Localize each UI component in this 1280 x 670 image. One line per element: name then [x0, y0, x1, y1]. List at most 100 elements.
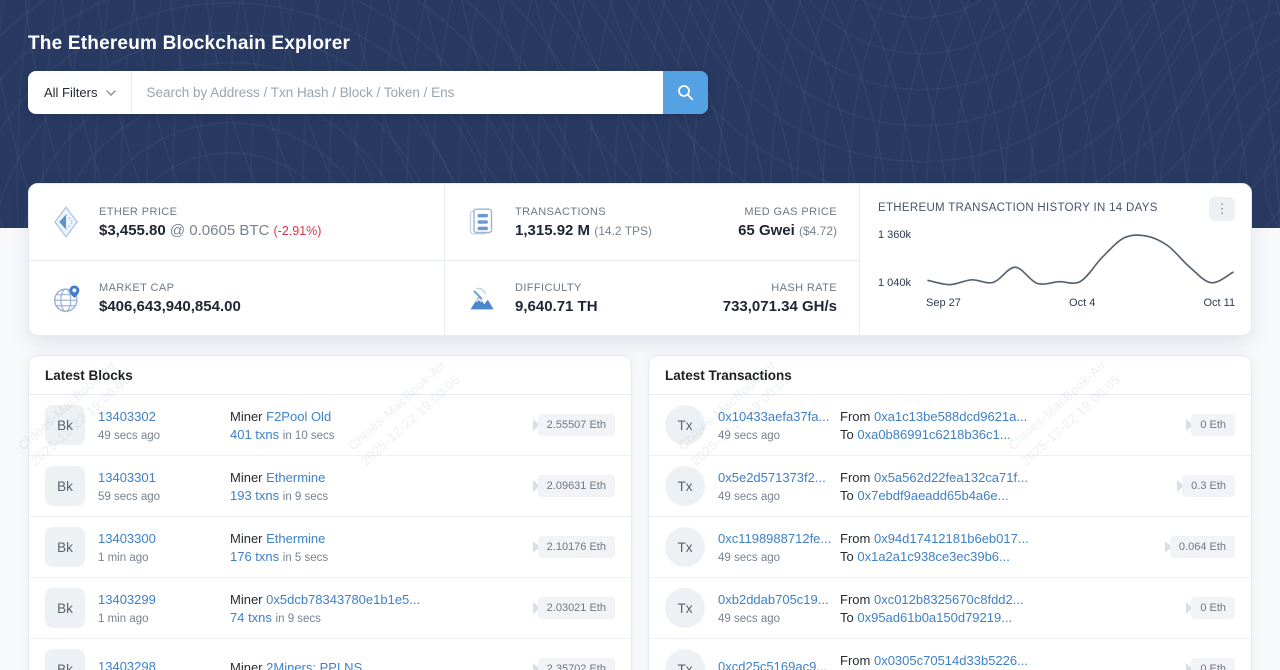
block-duration: in 9 secs	[276, 613, 321, 625]
miner-label: Miner	[230, 660, 263, 670]
ether-price-change: (-2.91%)	[274, 224, 322, 238]
block-reward-value: 2.35702 Eth	[538, 658, 615, 670]
to-address-link[interactable]: 0x7ebdf9aeadd65b4a6e...	[857, 488, 1008, 503]
transaction-badge: Tx	[665, 527, 705, 567]
miner-label: Miner	[230, 592, 263, 607]
search-filter-label: All Filters	[44, 85, 97, 100]
block-time: 59 secs ago	[98, 491, 230, 503]
block-time: 1 min ago	[98, 552, 230, 564]
to-label: To	[840, 427, 854, 442]
search-icon	[677, 84, 694, 101]
stat-ether-price: ETHER PRICE $3,455.80 @ 0.0605 BTC (-2.9…	[29, 184, 444, 260]
block-time: 49 secs ago	[98, 430, 230, 442]
latest-blocks-card: Latest Blocks Bk 13403302 49 secs ago Mi…	[28, 355, 632, 670]
miner-label: Miner	[230, 470, 263, 485]
block-reward-value: 2.09631 Eth	[538, 475, 615, 497]
transaction-time: 49 secs ago	[718, 491, 840, 503]
chart-y-axis: 1 360k 1 040k	[878, 229, 926, 297]
block-badge: Bk	[45, 588, 85, 628]
transaction-hash-link[interactable]: 0xcd25c5169ac9...	[718, 659, 827, 670]
to-label: To	[840, 610, 854, 625]
transaction-value-tag: 0 Eth	[1186, 658, 1235, 670]
transaction-value: 0 Eth	[1191, 658, 1235, 670]
globe-pin-icon	[51, 283, 87, 315]
block-number-link[interactable]: 13403299	[98, 592, 156, 607]
miner-link[interactable]: 2Miners: PPLNS	[266, 660, 362, 670]
miner-link[interactable]: Ethermine	[266, 470, 325, 485]
block-txns-link[interactable]: 401 txns	[230, 427, 279, 442]
block-txns-link[interactable]: 176 txns	[230, 549, 279, 564]
stat-difficulty: DIFFICULTY 9,640.71 TH	[467, 282, 598, 315]
stat-market-cap: MARKET CAP $406,643,940,854.00	[29, 260, 444, 336]
transaction-row: Tx 0xcd25c5169ac9... From 0x0305c70514d3…	[649, 639, 1251, 670]
miner-link[interactable]: 0x5dcb78343780e1b1e5...	[266, 592, 420, 607]
search-input[interactable]	[132, 71, 663, 114]
miner-label: Miner	[230, 531, 263, 546]
from-address-link[interactable]: 0xc012b8325670c8fdd2...	[874, 592, 1024, 607]
from-address-link[interactable]: 0x5a562d22fea132ca71f...	[874, 470, 1028, 485]
transactions-list-icon	[467, 206, 503, 238]
stat-hash-rate: HASH RATE 733,071.34 GH/s	[723, 282, 837, 315]
miner-label: Miner	[230, 409, 263, 424]
transaction-hash-link[interactable]: 0x5e2d571373f2...	[718, 470, 826, 485]
block-number-link[interactable]: 13403302	[98, 409, 156, 424]
difficulty-label: DIFFICULTY	[515, 282, 598, 294]
search-bar: All Filters	[28, 71, 708, 114]
stats-col-network: TRANSACTIONS 1,315.92 M (14.2 TPS) MED G…	[444, 184, 859, 336]
hash-rate-value: 733,071.34 GH/s	[723, 298, 837, 315]
transaction-time: 49 secs ago	[718, 430, 840, 442]
transaction-hash-link[interactable]: 0xb2ddab705c19...	[718, 592, 829, 607]
search-filter-dropdown[interactable]: All Filters	[28, 71, 132, 114]
miner-link[interactable]: Ethermine	[266, 531, 325, 546]
hash-rate-label: HASH RATE	[723, 282, 837, 294]
to-address-link[interactable]: 0xa0b86991c6218b36c1...	[857, 427, 1010, 442]
med-gas-usd: ($4.72)	[799, 224, 837, 238]
page-title: The Ethereum Blockchain Explorer	[28, 33, 350, 55]
from-address-link[interactable]: 0x94d17412181b6eb017...	[874, 531, 1029, 546]
block-number-link[interactable]: 13403298	[98, 659, 156, 670]
block-row: Bk 13403300 1 min ago Miner Ethermine 17…	[29, 517, 631, 578]
block-number-link[interactable]: 13403300	[98, 531, 156, 546]
transaction-value: 0.3 Eth	[1182, 475, 1235, 497]
y-tick-min: 1 040k	[878, 277, 922, 289]
transaction-row: Tx 0xc1198988712fe... 49 secs ago From 0…	[649, 517, 1251, 578]
block-badge: Bk	[45, 405, 85, 445]
ether-price-btc: @ 0.0605 BTC	[170, 222, 269, 239]
chart-x-axis: Sep 27 Oct 4 Oct 11	[926, 297, 1235, 309]
transaction-row: Tx 0xb2ddab705c19... 49 secs ago From 0x…	[649, 578, 1251, 639]
mining-mountain-icon	[467, 284, 503, 314]
block-reward-tag: 2.09631 Eth	[533, 475, 615, 497]
stat-med-gas-price: MED GAS PRICE 65 Gwei ($4.72)	[738, 206, 837, 239]
transaction-time: 49 secs ago	[718, 552, 840, 564]
from-address-link[interactable]: 0xa1c13be588dcd9621a...	[874, 409, 1027, 424]
block-row: Bk 13403302 49 secs ago Miner F2Pool Old…	[29, 395, 631, 456]
chevron-down-icon	[106, 90, 116, 96]
transaction-hash-link[interactable]: 0x10433aefa37fa...	[718, 409, 829, 424]
from-address-link[interactable]: 0x0305c70514d33b5226...	[874, 653, 1028, 668]
miner-link[interactable]: F2Pool Old	[266, 409, 331, 424]
to-address-link[interactable]: 0x95ad61b0a150d79219...	[857, 610, 1012, 625]
stats-col-price: ETHER PRICE $3,455.80 @ 0.0605 BTC (-2.9…	[29, 184, 444, 336]
transaction-hash-link[interactable]: 0xc1198988712fe...	[718, 531, 831, 546]
transaction-history-chart	[926, 229, 1235, 297]
transaction-badge: Tx	[665, 588, 705, 628]
block-duration: in 10 secs	[283, 430, 335, 442]
to-address-link[interactable]: 0x1a2a1c938ce3ec39b6...	[857, 549, 1010, 564]
block-number-link[interactable]: 13403301	[98, 470, 156, 485]
transaction-row: Tx 0x5e2d571373f2... 49 secs ago From 0x…	[649, 456, 1251, 517]
block-row: Bk 13403301 59 secs ago Miner Ethermine …	[29, 456, 631, 517]
transactions-label: TRANSACTIONS	[515, 206, 652, 218]
from-label: From	[840, 470, 870, 485]
block-txns-link[interactable]: 74 txns	[230, 610, 272, 625]
transaction-badge: Tx	[665, 405, 705, 445]
block-badge: Bk	[45, 649, 85, 670]
block-reward-value: 2.55507 Eth	[538, 414, 615, 436]
block-txns-link[interactable]: 193 txns	[230, 488, 279, 503]
search-button[interactable]	[663, 71, 708, 114]
kebab-menu-button[interactable]: ⋮	[1209, 197, 1235, 221]
transaction-value: 0 Eth	[1191, 414, 1235, 436]
transaction-value-tag: 0.3 Eth	[1177, 475, 1235, 497]
med-gas-value: 65 Gwei	[738, 222, 795, 239]
block-reward-tag: 2.03021 Eth	[533, 597, 615, 619]
block-reward-tag: 2.35702 Eth	[533, 658, 615, 670]
